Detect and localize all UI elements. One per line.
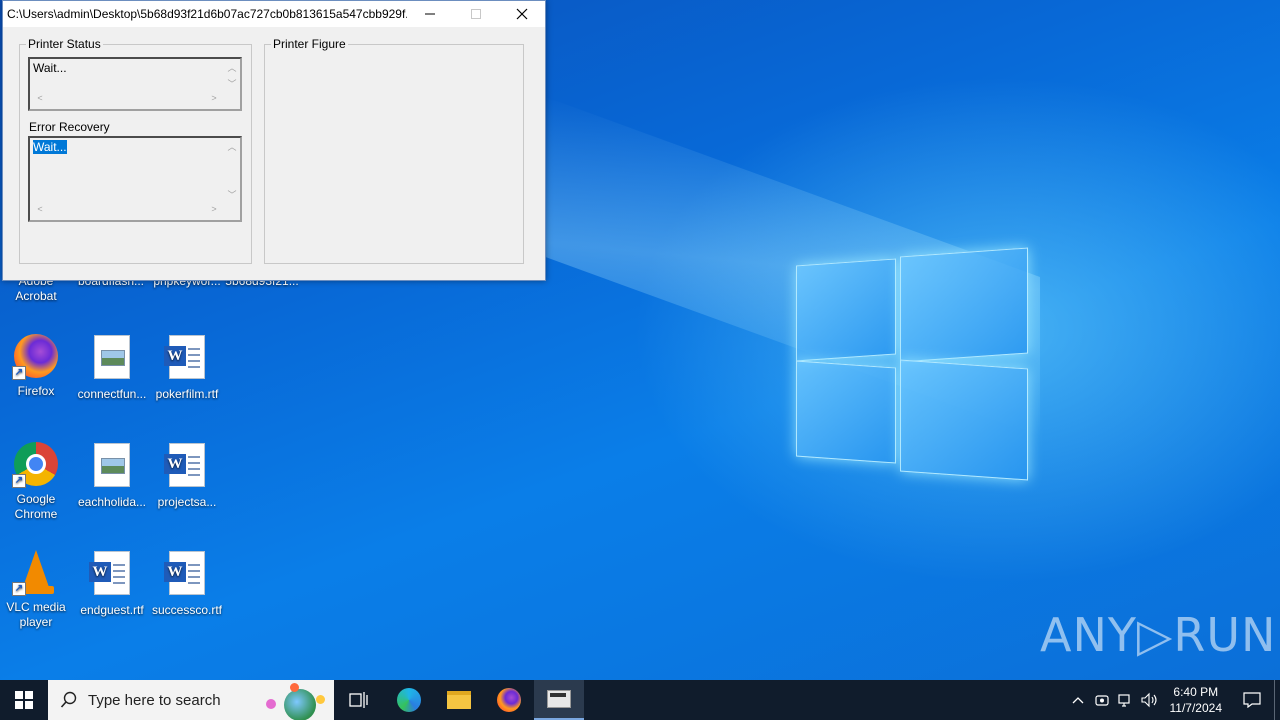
maximize-icon: [471, 9, 481, 19]
volume-icon: [1140, 692, 1157, 708]
start-button[interactable]: [0, 680, 48, 720]
taskbar-edge-button[interactable]: [384, 680, 434, 720]
scroll-left-icon[interactable]: <: [32, 93, 48, 103]
edge-icon: [397, 688, 421, 712]
printer-status-textbox[interactable]: Wait... ︿ ﹀ < >: [28, 57, 242, 111]
image-file-icon: [88, 443, 136, 491]
meet-now-button[interactable]: [1090, 680, 1114, 720]
printer-app-icon: [547, 690, 571, 708]
image-file-icon: [88, 335, 136, 383]
scroll-right-icon[interactable]: >: [206, 204, 222, 214]
network-icon: [1117, 694, 1130, 707]
word-document-icon: W: [88, 551, 136, 599]
printer-app-window: C:\Users\admin\Desktop\5b68d93f21d6b07ac…: [2, 0, 546, 281]
taskbar-clock[interactable]: 6:40 PM 11/7/2024: [1170, 684, 1223, 716]
desktop-icon-label: VLC media player: [6, 600, 66, 629]
desktop-icon-label: Firefox: [17, 384, 55, 398]
clock-date: 11/7/2024: [1169, 701, 1223, 715]
chrome-icon: ↗: [12, 440, 60, 488]
desktop-icon-label: endguest.rtf: [80, 603, 144, 617]
vlc-cone-icon: ↗: [12, 548, 60, 596]
firefox-icon: ↗: [12, 332, 60, 380]
scroll-left-icon[interactable]: <: [32, 204, 48, 214]
desktop-icon-firefox[interactable]: ↗ Firefox: [0, 332, 74, 399]
title-bar[interactable]: C:\Users\admin\Desktop\5b68d93f21d6b07ac…: [3, 1, 545, 27]
vertical-scrollbar[interactable]: ︿ ﹀: [224, 59, 240, 92]
word-document-icon: W: [163, 443, 211, 491]
search-icon: [60, 691, 77, 708]
desktop-icon-connectfun[interactable]: connectfun...: [74, 332, 150, 402]
action-center-button[interactable]: [1230, 680, 1274, 720]
printer-figure-legend: Printer Figure: [273, 37, 346, 51]
show-hidden-icons-button[interactable]: [1066, 680, 1090, 720]
word-document-icon: W: [163, 335, 211, 383]
desktop-icon-label: Google Chrome: [14, 492, 58, 521]
volume-button[interactable]: [1138, 680, 1162, 720]
desktop-icon-endguest[interactable]: W endguest.rtf: [74, 548, 150, 618]
desktop-icon-label: eachholida...: [77, 495, 147, 509]
window-title: C:\Users\admin\Desktop\5b68d93f21d6b07ac…: [7, 7, 407, 21]
windows-start-icon: [15, 691, 33, 709]
vertical-scrollbar[interactable]: ︿ ﹀: [224, 138, 240, 203]
clock-time: 6:40 PM: [1173, 685, 1219, 699]
horizontal-scrollbar[interactable]: < >: [30, 92, 224, 109]
taskbar-search-box[interactable]: Type here to search: [48, 680, 334, 720]
close-icon: [516, 8, 528, 20]
scroll-up-icon[interactable]: ︿: [224, 140, 240, 153]
minimize-icon: [425, 13, 435, 15]
system-tray: 6:40 PM 11/7/2024: [1066, 680, 1280, 720]
scroll-down-icon[interactable]: ﹀: [224, 77, 240, 90]
scroll-down-icon[interactable]: ﹀: [224, 188, 240, 201]
desktop-icon-eachholida[interactable]: eachholida...: [74, 440, 150, 510]
desktop-icon-label: pokerfilm.rtf: [155, 387, 219, 401]
desktop-icon-projectsa[interactable]: W projectsa...: [149, 440, 225, 510]
maximize-button[interactable]: [453, 1, 499, 27]
taskbar-firefox-button[interactable]: [484, 680, 534, 720]
desktop-icon-label: projectsa...: [157, 495, 217, 509]
folder-icon: [447, 691, 471, 709]
close-button[interactable]: [499, 1, 545, 27]
scroll-up-icon[interactable]: ︿: [224, 61, 240, 74]
horizontal-scrollbar[interactable]: < >: [30, 203, 224, 220]
printer-status-text: Wait...: [33, 61, 67, 75]
task-view-icon: [349, 692, 368, 708]
desktop-icon-google-chrome[interactable]: ↗ Google Chrome: [0, 440, 74, 522]
task-view-button[interactable]: [334, 680, 384, 720]
network-button[interactable]: [1114, 680, 1138, 720]
desktop-icon-label: successco.rtf: [151, 603, 223, 617]
word-document-icon: W: [163, 551, 211, 599]
desktop-icon-vlc[interactable]: ↗ VLC media player: [0, 548, 74, 630]
minimize-button[interactable]: [407, 1, 453, 27]
firefox-icon: [497, 688, 521, 712]
scroll-right-icon[interactable]: >: [206, 93, 222, 103]
taskbar: Type here to search 6:40 PM 11/7/2024: [0, 680, 1280, 720]
taskbar-printer-app-button[interactable]: [534, 680, 584, 720]
shortcut-arrow-icon: ↗: [12, 474, 26, 488]
meet-now-icon: [1094, 695, 1109, 706]
notification-icon: [1243, 692, 1261, 708]
desktop-icon-successco[interactable]: W successco.rtf: [149, 548, 225, 618]
shortcut-arrow-icon: ↗: [12, 582, 26, 596]
taskbar-file-explorer-button[interactable]: [434, 680, 484, 720]
error-recovery-textbox[interactable]: Wait... ︿ ﹀ < >: [28, 136, 242, 222]
desktop-icon-label: connectfun...: [77, 387, 147, 401]
search-placeholder: Type here to search: [88, 691, 221, 709]
printer-status-legend: Printer Status: [28, 37, 101, 51]
search-highlight-illustration-icon: [260, 683, 330, 720]
windows-logo-wallpaper: [796, 242, 1028, 481]
show-desktop-button[interactable]: [1274, 680, 1280, 720]
error-recovery-label: Error Recovery: [29, 120, 110, 134]
printer-figure-group: Printer Figure: [264, 37, 524, 264]
desktop-icon-pokerfilm[interactable]: W pokerfilm.rtf: [149, 332, 225, 402]
error-recovery-text: Wait...: [33, 140, 67, 154]
chevron-up-icon: [1072, 697, 1083, 704]
shortcut-arrow-icon: ↗: [12, 366, 26, 380]
anyrun-watermark: ANY▷RUN: [1040, 608, 1277, 662]
